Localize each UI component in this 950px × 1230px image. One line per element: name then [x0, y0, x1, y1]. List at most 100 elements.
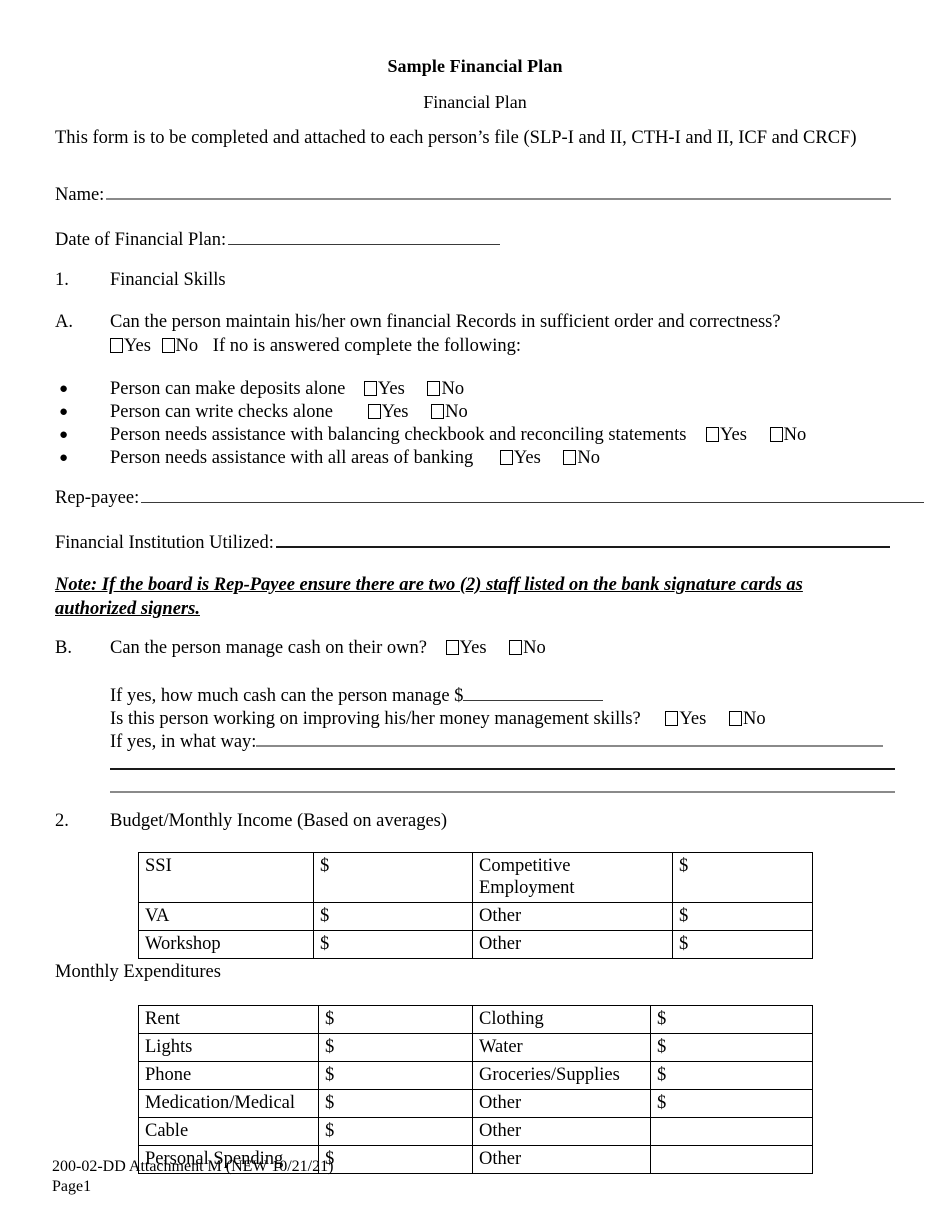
expenditure-row-2-value1[interactable]: $ — [318, 1061, 473, 1090]
expenditure-row-1-label1: Lights — [138, 1033, 319, 1062]
bullet-2-yes-choice[interactable]: Yes — [706, 425, 747, 445]
expenditure-row-0-value2[interactable]: $ — [650, 1005, 813, 1034]
bullet-0-no-label: No — [441, 379, 465, 399]
income-row-2-value1[interactable]: $ — [313, 930, 473, 959]
bullet-0-yes-choice[interactable]: Yes — [363, 379, 405, 399]
income-table: SSI $ Competitive Employment $ VA $ Othe… — [138, 852, 813, 959]
section-1b-yes-choice[interactable]: Yes — [445, 638, 487, 658]
section-1a-no-choice[interactable]: No — [161, 336, 198, 356]
table-row: Medication/Medical $ Other $ — [138, 1089, 813, 1118]
checkbox-icon[interactable] — [769, 427, 783, 442]
income-row-2-value2[interactable]: $ — [672, 930, 813, 959]
cash-amount-row: If yes, how much cash can the person man… — [110, 686, 915, 707]
income-row-1-value1[interactable]: $ — [313, 902, 473, 931]
checkbox-icon[interactable] — [706, 427, 720, 442]
financial-institution-label: Financial Institution Utilized: — [55, 533, 274, 553]
section-1a-answer-row: Yes No If no is answered complete the fo… — [110, 336, 895, 357]
in-what-way-input-rule[interactable] — [256, 745, 884, 747]
checkbox-icon[interactable] — [427, 381, 441, 396]
expenditure-row-3-value2[interactable]: $ — [650, 1089, 813, 1118]
expenditures-heading: Monthly Expenditures — [55, 962, 221, 982]
expenditure-row-5-label2: Other — [472, 1145, 651, 1174]
bullet-3-text: Person needs assistance with all areas o… — [110, 448, 474, 468]
page-footer: 200-02-DD Attachment M (NEW 10/21/21) Pa… — [52, 1157, 333, 1197]
income-row-0-value2[interactable]: $ — [672, 852, 813, 903]
expenditure-row-4-value2[interactable] — [650, 1117, 813, 1146]
improving-no-label: No — [742, 709, 766, 729]
blank-write-in-line-2[interactable] — [110, 791, 895, 793]
expenditure-row-4-value1[interactable]: $ — [318, 1117, 473, 1146]
expenditure-row-2-label2: Groceries/Supplies — [472, 1061, 651, 1090]
expenditure-row-1-value2[interactable]: $ — [650, 1033, 813, 1062]
section-1b-no-label: No — [523, 638, 546, 658]
bullet-1-yes-choice[interactable]: Yes — [367, 402, 409, 422]
rep-payee-note: Note: If the board is Rep-Payee ensure t… — [55, 575, 803, 619]
bullet-2-text: Person needs assistance with balancing c… — [110, 425, 687, 445]
list-item: ● Person needs assistance with all areas… — [55, 447, 806, 470]
income-row-2-label1: Workshop — [138, 930, 314, 959]
expenditure-row-2-label1: Phone — [138, 1061, 319, 1090]
expenditure-row-0-label2: Clothing — [472, 1005, 651, 1034]
section-1-title: Financial Skills — [110, 270, 226, 290]
document-page: Sample Financial Plan Financial Plan Thi… — [0, 0, 950, 1230]
checkbox-icon[interactable] — [110, 338, 123, 353]
expenditure-row-2-value2[interactable]: $ — [650, 1061, 813, 1090]
expenditure-row-1-value1[interactable]: $ — [318, 1033, 473, 1062]
bullet-0-yes-label: Yes — [377, 379, 405, 399]
table-row: Lights $ Water $ — [138, 1033, 813, 1062]
name-input-rule[interactable] — [106, 198, 892, 200]
expenditure-row-3-label2: Other — [472, 1089, 651, 1118]
bullet-3-yes-label: Yes — [513, 448, 541, 468]
bullet-2-no-choice[interactable]: No — [769, 425, 806, 445]
checkbox-icon[interactable] — [499, 450, 513, 465]
improving-yes-choice[interactable]: Yes — [665, 709, 706, 729]
checkbox-icon[interactable] — [728, 711, 742, 726]
document-title: Sample Financial Plan — [387, 56, 563, 76]
income-row-1-value2[interactable]: $ — [672, 902, 813, 931]
expenditure-row-0-label1: Rent — [138, 1005, 319, 1034]
checkbox-icon[interactable] — [161, 338, 175, 353]
bullet-1-text: Person can write checks alone — [110, 402, 333, 422]
checkbox-icon[interactable] — [665, 711, 679, 726]
table-row: Rent $ Clothing $ — [138, 1005, 813, 1034]
cash-amount-input-rule[interactable] — [463, 700, 604, 701]
checkbox-icon[interactable] — [363, 381, 377, 396]
bullet-1-no-choice[interactable]: No — [431, 402, 468, 422]
section-1b-question: Can the person manage cash on their own? — [110, 638, 427, 658]
table-row: SSI $ Competitive Employment $ — [138, 852, 813, 903]
checkbox-icon[interactable] — [431, 404, 445, 419]
bullet-3-yes-choice[interactable]: Yes — [499, 448, 541, 468]
income-row-2-label2: Other — [472, 930, 673, 959]
checkbox-icon[interactable] — [563, 450, 577, 465]
table-row: VA $ Other $ — [138, 902, 813, 931]
in-what-way-label: If yes, in what way: — [110, 732, 257, 752]
checkbox-icon[interactable] — [445, 640, 459, 655]
list-item: ● Person can write checks alone Yes No — [55, 401, 806, 424]
bullet-3-no-choice[interactable]: No — [563, 448, 600, 468]
expenditure-row-0-value1[interactable]: $ — [318, 1005, 473, 1034]
expenditure-row-5-value1[interactable]: $ — [318, 1145, 473, 1174]
improving-no-choice[interactable]: No — [728, 709, 766, 729]
financial-institution-input-rule[interactable] — [275, 546, 890, 548]
section-2-title: Budget/Monthly Income (Based on averages… — [110, 811, 448, 831]
in-what-way-row: If yes, in what way: — [110, 732, 915, 753]
list-item: ● Person can make deposits alone Yes No — [55, 378, 806, 401]
bullet-icon: ● — [59, 404, 69, 420]
expenditure-row-1-label2: Water — [472, 1033, 651, 1062]
bullet-0-no-choice[interactable]: No — [427, 379, 464, 399]
name-label: Name: — [55, 185, 105, 205]
blank-write-in-line-1[interactable] — [110, 768, 895, 770]
checkbox-icon[interactable] — [509, 640, 523, 655]
section-1b-no-choice[interactable]: No — [509, 638, 546, 658]
date-field-row: Date of Financial Plan: — [55, 230, 501, 251]
expenditure-row-3-value1[interactable]: $ — [318, 1089, 473, 1118]
section-1a-yes-choice[interactable]: Yes — [110, 336, 151, 356]
income-row-0-value1[interactable]: $ — [313, 852, 473, 903]
expenditure-row-5-value2[interactable] — [650, 1145, 813, 1174]
date-input-rule[interactable] — [228, 244, 501, 245]
section-1a: A. Can the person maintain his/her own f… — [55, 312, 895, 357]
bullet-icon: ● — [59, 427, 69, 443]
income-row-1-label1: VA — [138, 902, 314, 931]
rep-payee-input-rule[interactable] — [141, 502, 925, 503]
checkbox-icon[interactable] — [367, 404, 381, 419]
